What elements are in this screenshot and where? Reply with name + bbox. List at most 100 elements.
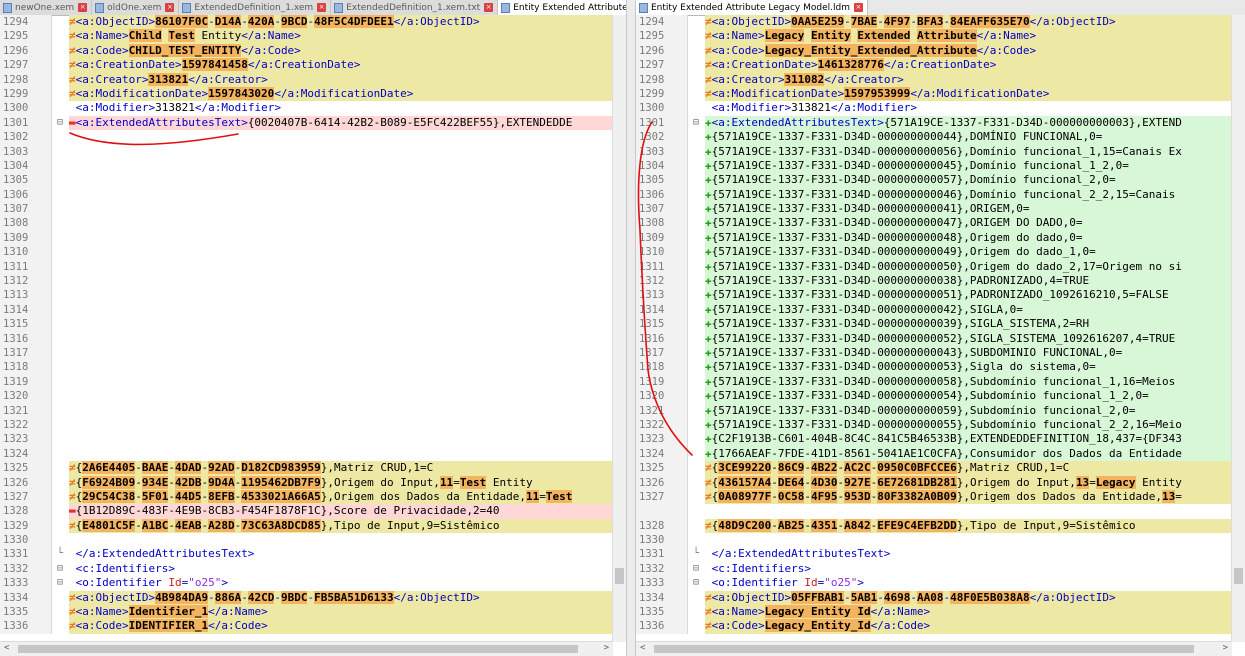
code-line[interactable]: 1312 ✚{571A19CE-1337-F331-D34D-0000000000… [636, 274, 1245, 289]
code-line[interactable]: 1321 ✚{571A19CE-1337-F331-D34D-0000000000… [636, 403, 1245, 418]
code-line[interactable]: 1312 [0, 274, 626, 289]
code-line[interactable]: 1336 ≠<a:Code>Legacy_Entity_Id</a:Code> [636, 619, 1245, 634]
code-line[interactable]: 1300 <a:Modifier>313821</a:Modifier> [0, 101, 626, 116]
tab-left-3[interactable]: ExtendedDefinition_1.xem.txt × [331, 0, 499, 15]
code-line[interactable]: 1323 [0, 432, 626, 447]
code-line[interactable]: 1330 [0, 533, 626, 548]
code-line[interactable]: 1297 ≠<a:CreationDate>1597841458</a:Creat… [0, 58, 626, 73]
code-line[interactable]: 1307 ✚{571A19CE-1337-F331-D34D-0000000000… [636, 202, 1245, 217]
code-line[interactable]: 1325 ≠{3CE99220-86C9-4B22-AC2C-0950C0BFCC… [636, 461, 1245, 476]
code-line[interactable]: 1296 ≠<a:Code>Legacy_Entity_Extended_Attr… [636, 43, 1245, 59]
close-icon[interactable]: × [165, 3, 175, 12]
left-vertical-scroll-thumb[interactable] [615, 568, 624, 584]
code-line[interactable]: 1335 ≠<a:Name>Identifier_1</a:Name> [0, 605, 626, 620]
code-line[interactable]: 1305 [0, 173, 626, 188]
code-line[interactable]: 1333 ⊟ <o:Identifier Id="o25"> [0, 576, 626, 591]
code-line[interactable]: 1311 [0, 259, 626, 275]
code-line[interactable]: 1319 [0, 374, 626, 390]
tab-left-1[interactable]: oldOne.xem × [92, 0, 180, 15]
code-line[interactable]: 1302 ✚{571A19CE-1337-F331-D34D-0000000000… [636, 130, 1245, 145]
code-line[interactable]: 1321 [0, 403, 626, 418]
code-line[interactable]: 1306 ✚{571A19CE-1337-F331-D34D-0000000000… [636, 187, 1245, 203]
code-line[interactable]: 1318 ✚{571A19CE-1337-F331-D34D-0000000000… [636, 360, 1245, 375]
code-line[interactable]: 1331 └ </a:ExtendedAttributesText> [636, 547, 1245, 562]
code-line[interactable]: 1332 ⊟ <c:Identifiers> [0, 561, 626, 577]
code-line[interactable]: 1304 [0, 158, 626, 174]
code-line[interactable]: 1310 ✚{571A19CE-1337-F331-D34D-0000000000… [636, 245, 1245, 260]
code-line[interactable]: 1323 ✚{C2F1913B-C601-404B-8C4C-841C5B4653… [636, 432, 1245, 447]
code-line[interactable]: 1328 ≠{48D9C200-AB25-4351-A842-EFE9C4EFB2… [636, 518, 1245, 534]
code-line[interactable]: 1317 ✚{571A19CE-1337-F331-D34D-0000000000… [636, 345, 1245, 361]
code-line[interactable]: 1307 [0, 202, 626, 217]
fold-toggle-icon[interactable]: ⊟ [52, 116, 68, 130]
code-line[interactable]: 1298 ≠<a:Creator>313821</a:Creator> [0, 72, 626, 87]
code-line[interactable]: 1294 ≠<a:ObjectID>86107F0C-D14A-420A-9BCD… [0, 15, 626, 30]
code-line[interactable]: 1297 ≠<a:CreationDate>1461328776</a:Creat… [636, 58, 1245, 73]
code-line[interactable]: 1327 ≠{0A08977F-0C58-4F95-953D-80F3382A0B… [636, 489, 1245, 505]
code-line[interactable]: 1326 ≠{F6924B09-934E-42DB-9D4A-1195462DB7… [0, 475, 626, 490]
right-code-lines[interactable]: 1294 ≠<a:ObjectID>0AA5E259-7BAE-4F97-BFA3… [636, 15, 1245, 634]
code-line[interactable]: 1310 [0, 245, 626, 260]
tab-left-4[interactable]: Entity Extended Attribute× [498, 0, 626, 15]
code-line[interactable]: 1336 ≠<a:Code>IDENTIFIER_1</a:Code> [0, 619, 626, 634]
code-line[interactable]: 1318 [0, 360, 626, 375]
right-scroll-left-arrow[interactable]: < [640, 643, 645, 653]
code-line[interactable]: 1305 ✚{571A19CE-1337-F331-D34D-0000000000… [636, 173, 1245, 188]
code-line[interactable]: 1328 ▬{1B12D89C-483F-4E9B-8CB3-F454F1878F… [0, 504, 626, 519]
right-vertical-scrollbar[interactable] [1231, 15, 1245, 642]
code-line[interactable]: 1326 ≠{436157A4-DE64-4D30-927E-6E72681DB2… [636, 475, 1245, 490]
left-code-lines[interactable]: 1294 ≠<a:ObjectID>86107F0C-D14A-420A-9BCD… [0, 15, 626, 634]
code-line[interactable]: 1314 [0, 302, 626, 318]
code-line[interactable]: 1301 ⊟ ▬<a:ExtendedAttributesText>{0020407… [0, 115, 626, 131]
tab-left-2[interactable]: ExtendedDefinition_1.xem × [179, 0, 332, 15]
right-scroll-right-arrow[interactable]: > [1223, 643, 1228, 653]
code-line[interactable]: 1322 [0, 417, 626, 433]
code-line[interactable]: 1303 [0, 144, 626, 159]
code-line[interactable]: 1319 ✚{571A19CE-1337-F331-D34D-0000000000… [636, 374, 1245, 390]
code-line[interactable]: 1295 ≠<a:Name>Child Test Entity</a:Name> [0, 29, 626, 44]
close-icon[interactable]: × [78, 3, 88, 12]
code-line[interactable]: 1334 ≠<a:ObjectID>4B984DA9-886A-42CD-9BDC… [0, 590, 626, 606]
fold-toggle-icon[interactable]: ⊟ [688, 562, 704, 576]
left-editor-pane[interactable]: newOne.xem × oldOne.xem × ExtendedDefinition… [0, 0, 626, 656]
left-horizontal-scroll-thumb[interactable] [18, 645, 578, 653]
tab-right-0[interactable]: Entity Extended Attribute Legacy Model.l… [636, 0, 868, 15]
code-line[interactable]: 1303 ✚{571A19CE-1337-F331-D34D-0000000000… [636, 144, 1245, 159]
code-line[interactable]: 1296 ≠<a:Code>CHILD_TEST_ENTITY</a:Code> [0, 43, 626, 59]
code-line[interactable]: 1324 ✚{1766AEAF-7FDE-41D1-8561-5041AE1C0C… [636, 446, 1245, 462]
code-line[interactable]: 1299 ≠<a:ModificationDate>1597843020</a:M… [0, 86, 626, 102]
code-line[interactable]: 1320 ✚{571A19CE-1337-F331-D34D-0000000000… [636, 389, 1245, 404]
close-icon[interactable]: × [484, 3, 494, 12]
fold-toggle-icon[interactable]: ⊟ [688, 116, 704, 130]
code-line[interactable]: 1324 [0, 446, 626, 462]
code-line[interactable]: 1327 ≠{29C54C38-5F01-44D5-8EFB-4533021A66… [0, 489, 626, 505]
tab-left-0[interactable]: newOne.xem × [0, 0, 93, 15]
fold-toggle-icon[interactable]: ⊟ [688, 576, 704, 590]
right-editor-pane[interactable]: Entity Extended Attribute Legacy Model.l… [636, 0, 1245, 656]
code-line[interactable] [636, 504, 1245, 519]
right-vertical-scroll-thumb[interactable] [1234, 568, 1243, 584]
code-line[interactable]: 1302 [0, 130, 626, 145]
left-horizontal-scrollbar[interactable]: < > [0, 641, 613, 656]
code-line[interactable]: 1313 ✚{571A19CE-1337-F331-D34D-0000000000… [636, 288, 1245, 303]
pane-splitter[interactable] [626, 0, 636, 656]
code-line[interactable]: 1309 [0, 230, 626, 246]
fold-toggle-icon[interactable]: ⊟ [52, 562, 68, 576]
code-line[interactable]: 1315 [0, 317, 626, 332]
code-line[interactable]: 1300 <a:Modifier>313821</a:Modifier> [636, 101, 1245, 116]
left-scroll-left-arrow[interactable]: < [4, 643, 9, 653]
code-line[interactable]: 1325 ≠{2A6E4405-BAAE-4DAD-92AD-D182CD9839… [0, 461, 626, 476]
code-line[interactable]: 1316 ✚{571A19CE-1337-F331-D34D-0000000000… [636, 331, 1245, 346]
code-line[interactable]: 1335 ≠<a:Name>Legacy Entity Id</a:Name> [636, 605, 1245, 620]
close-icon[interactable]: × [317, 3, 327, 12]
code-line[interactable]: 1294 ≠<a:ObjectID>0AA5E259-7BAE-4F97-BFA3… [636, 15, 1245, 30]
code-line[interactable]: 1330 [636, 533, 1245, 548]
code-line[interactable]: 1322 ✚{571A19CE-1337-F331-D34D-0000000000… [636, 417, 1245, 433]
code-line[interactable]: 1308 ✚{571A19CE-1337-F331-D34D-0000000000… [636, 216, 1245, 231]
code-line[interactable]: 1331 └ </a:ExtendedAttributesText> [0, 547, 626, 562]
code-line[interactable]: 1314 ✚{571A19CE-1337-F331-D34D-0000000000… [636, 302, 1245, 318]
close-icon[interactable]: × [853, 3, 863, 12]
code-line[interactable]: 1308 [0, 216, 626, 231]
left-scroll-right-arrow[interactable]: > [604, 643, 609, 653]
left-vertical-scrollbar[interactable] [612, 15, 626, 642]
